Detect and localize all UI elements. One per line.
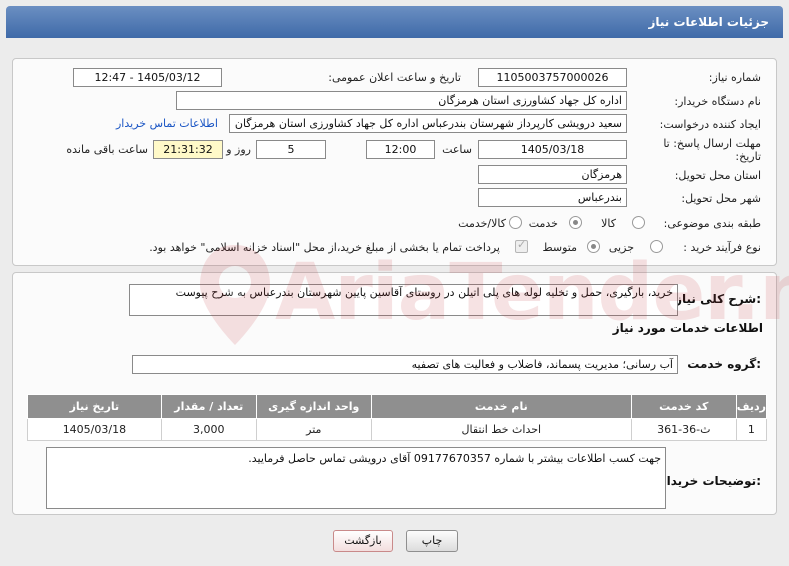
province-label: استان محل تحویل: — [674, 169, 761, 182]
contact-info-link[interactable]: اطلاعات تماس خریدار — [116, 117, 218, 130]
col-unit: واحد اندازه گیری — [255, 394, 372, 419]
creator-field: سعید درویشی کارپرداز شهرستان بندرعباس اد… — [229, 114, 627, 133]
cell-code: ث-36-361 — [630, 418, 737, 441]
page-header: جزئیات اطلاعات نیاز — [6, 6, 783, 38]
process-label: نوع فرآیند خرید : — [683, 241, 761, 254]
cell-qty: 3,000 — [160, 418, 257, 441]
table-header-row: ردیف کد خدمت نام خدمت واحد اندازه گیری ت… — [27, 394, 768, 419]
services-section-title: اطلاعات خدمات مورد نیاز — [612, 321, 763, 335]
category-option-goods: کالا — [601, 217, 616, 230]
process-option-medium: متوسط — [542, 241, 577, 254]
need-number-label: شماره نیاز: — [708, 71, 761, 84]
process-radio-medium[interactable] — [587, 240, 600, 253]
need-number-field: 1105003757000026 — [478, 68, 627, 87]
city-label: شهر محل تحویل: — [681, 192, 761, 205]
payment-note: پرداخت تمام یا بخشی از مبلغ خرید،از محل … — [149, 241, 500, 254]
creator-label: ایجاد کننده درخواست: — [659, 118, 761, 131]
service-group-field: آب رسانی؛ مدیریت پسماند، فاضلاب و فعالیت… — [132, 355, 678, 374]
remaining-time-field: 21:31:32 — [153, 140, 223, 159]
city-field: بندرعباس — [478, 188, 627, 207]
cell-row: 1 — [735, 418, 768, 441]
category-radio-goods-service[interactable] — [509, 216, 522, 229]
announce-field: 1405/03/12 - 12:47 — [73, 68, 222, 87]
back-button[interactable]: بازگشت — [333, 530, 393, 552]
buyer-org-label: نام دستگاه خریدار: — [674, 95, 761, 108]
buyer-notes-field: جهت کسب اطلاعات بیشتر با شماره 091776703… — [46, 447, 666, 509]
col-date: تاریخ نیاز — [27, 394, 162, 419]
page-title: جزئیات اطلاعات نیاز — [648, 15, 769, 29]
category-label: طبقه بندی موضوعی: — [663, 217, 761, 230]
category-option-goods-service: کالا/خدمت — [458, 217, 506, 230]
deadline-date-field: 1405/03/18 — [478, 140, 627, 159]
table-row: 1 ث-36-361 احداث خط انتقال متر 3,000 140… — [27, 418, 768, 441]
days-label: روز و — [226, 143, 251, 156]
buyer-org-field: اداره کل جهاد کشاورزی استان هرمزگان — [176, 91, 627, 110]
col-qty: تعداد / مقدار — [160, 394, 257, 419]
cell-unit: متر — [255, 418, 372, 441]
col-code: کد خدمت — [630, 394, 737, 419]
deadline-time-field: 12:00 — [366, 140, 435, 159]
service-group-label: گروه خدمت: — [687, 357, 761, 371]
summary-label: شرح کلی نیاز: — [675, 292, 761, 306]
category-radio-goods[interactable] — [632, 216, 645, 229]
treasury-payment-checkbox[interactable] — [515, 238, 528, 253]
buyer-notes-text: جهت کسب اطلاعات بیشتر با شماره 091776703… — [248, 452, 661, 465]
category-radio-service[interactable] — [569, 216, 582, 229]
deadline-label: مهلت ارسال پاسخ: تا تاریخ: — [661, 137, 761, 163]
deadline-label-text: مهلت ارسال پاسخ: تا تاریخ: — [663, 137, 761, 163]
col-name: نام خدمت — [370, 394, 632, 419]
cell-date: 1405/03/18 — [27, 418, 162, 441]
summary-field: خرید، بارگیری، حمل و تخلیه لوله های پلی … — [129, 284, 678, 316]
buyer-notes-label: توضیحات خریدار: — [659, 474, 761, 488]
category-option-service: خدمت — [528, 217, 558, 230]
col-row: ردیف — [735, 394, 768, 419]
process-option-minor: جزیی — [608, 241, 634, 254]
summary-text: خرید، بارگیری، حمل و تخلیه لوله های پلی … — [175, 286, 673, 299]
print-button[interactable]: چاپ — [406, 530, 458, 552]
days-field: 5 — [256, 140, 326, 159]
hour-label: ساعت — [442, 143, 472, 156]
cell-name: احداث خط انتقال — [370, 418, 632, 441]
province-field: هرمزگان — [478, 165, 627, 184]
services-table: ردیف کد خدمت نام خدمت واحد اندازه گیری ت… — [27, 394, 768, 441]
announce-label: تاریخ و ساعت اعلان عمومی: — [328, 71, 461, 84]
remaining-label: ساعت باقی مانده — [66, 143, 148, 156]
process-radio-minor[interactable] — [650, 240, 663, 253]
